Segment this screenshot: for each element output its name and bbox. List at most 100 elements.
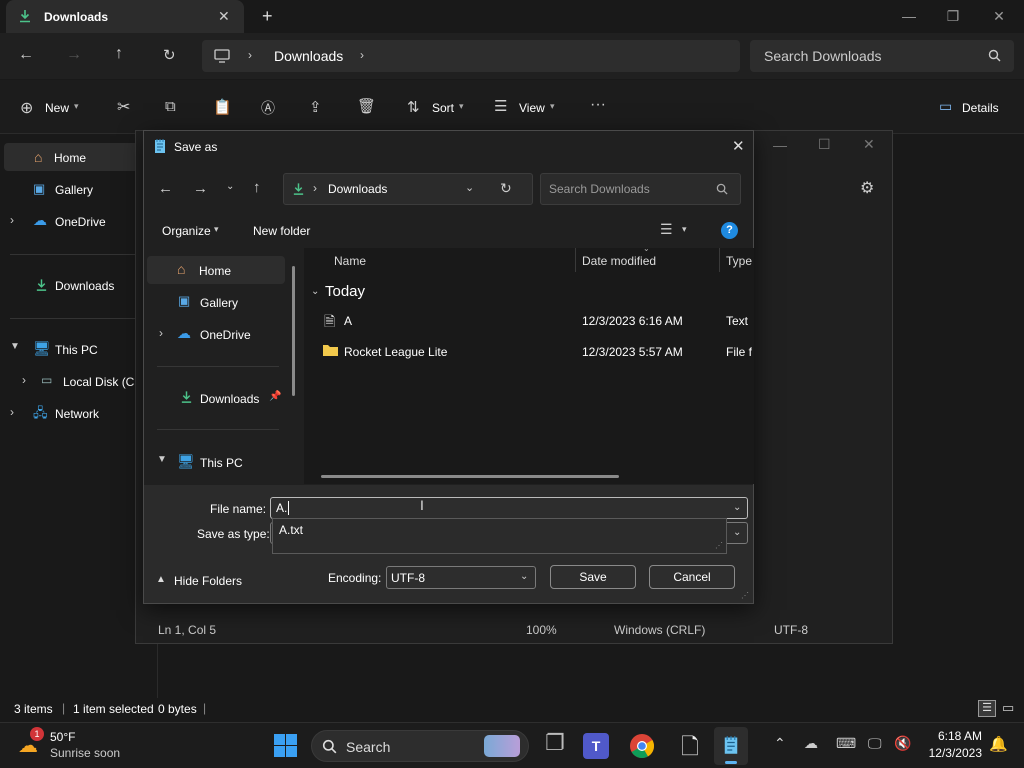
chevron-up-icon[interactable]: ⌃: [774, 735, 786, 752]
organize-button[interactable]: Organize: [162, 224, 211, 238]
tab-downloads[interactable]: Downloads ✕: [6, 0, 244, 33]
autocomplete-item[interactable]: A.txt: [279, 523, 303, 537]
search-box[interactable]: Search Downloads: [750, 40, 1014, 72]
refresh-icon[interactable]: ↻: [163, 46, 176, 64]
keyboard-icon[interactable]: ⌨: [836, 735, 856, 752]
chevron-down-icon[interactable]: ▼: [157, 454, 167, 465]
nav-item-gallery[interactable]: ▣ Gallery: [0, 175, 156, 203]
clock-time[interactable]: 6:18 AM: [926, 729, 982, 743]
view-button[interactable]: View: [519, 101, 545, 115]
cut-icon[interactable]: ✂: [117, 97, 130, 117]
chevron-down-icon[interactable]: ⌄: [733, 502, 741, 513]
settings-icon[interactable]: ⚙: [860, 178, 874, 198]
column-date-modified[interactable]: Date modified: [582, 254, 656, 268]
side-item-thispc[interactable]: ▼ 🖥 This PC: [147, 448, 285, 476]
side-item-gallery[interactable]: ▣ Gallery: [147, 288, 285, 316]
address-bar[interactable]: › Downloads ›: [202, 40, 740, 72]
nav-item-downloads[interactable]: Downloads: [0, 271, 156, 299]
close-icon[interactable]: ✕: [732, 137, 745, 155]
nav-item-onedrive[interactable]: › ☁ OneDrive: [0, 207, 156, 235]
cancel-button[interactable]: Cancel: [649, 565, 735, 589]
forward-icon[interactable]: →: [66, 46, 82, 64]
maximize-icon[interactable]: ☐: [818, 136, 831, 153]
sort-button[interactable]: Sort: [432, 101, 454, 115]
collapse-group-icon[interactable]: ⌄: [311, 286, 319, 297]
up-icon[interactable]: ↑: [253, 179, 261, 196]
onedrive-offline-icon[interactable]: ☁: [804, 735, 818, 752]
teams-icon[interactable]: T: [583, 733, 609, 759]
rename-icon[interactable]: Ⓐ: [261, 98, 275, 118]
hide-folders-button[interactable]: Hide Folders: [174, 574, 242, 588]
file-name-input[interactable]: A. ⌄: [270, 497, 748, 519]
group-header[interactable]: Today: [325, 283, 365, 300]
new-folder-button[interactable]: New folder: [253, 224, 310, 238]
nav-item-network[interactable]: › 🖧 Network: [0, 399, 156, 427]
column-name[interactable]: Name: [334, 254, 366, 268]
close-window-icon[interactable]: ✕: [984, 6, 1014, 26]
nav-scrollbar[interactable]: [292, 266, 295, 396]
file-row[interactable]: Rocket League Lite 12/3/2023 5:57 AM Fil…: [318, 339, 752, 365]
help-icon[interactable]: ?: [721, 222, 738, 239]
side-item-home[interactable]: ⌂ Home: [147, 256, 285, 284]
chevron-down-icon[interactable]: ▼: [10, 341, 20, 352]
nav-item-thispc[interactable]: ▼ 🖥 This PC: [0, 335, 156, 363]
maximize-icon[interactable]: ❐: [938, 6, 968, 26]
chevron-down-icon[interactable]: ⌄: [733, 527, 741, 538]
back-icon[interactable]: ←: [18, 46, 34, 64]
delete-icon[interactable]: 🗑: [357, 97, 376, 115]
share-icon[interactable]: ⇪: [309, 98, 322, 116]
forward-icon[interactable]: →: [193, 180, 208, 197]
breadcrumb-downloads[interactable]: Downloads: [274, 48, 343, 64]
file-icon[interactable]: 🗋: [674, 730, 706, 762]
horizontal-scrollbar[interactable]: [321, 475, 619, 478]
notifications-bell-icon[interactable]: 🔔: [989, 735, 1008, 753]
weather-widget[interactable]: ☁ 1: [16, 727, 46, 761]
weather-desc[interactable]: Sunrise soon: [50, 746, 120, 760]
tiles-view-icon[interactable]: ▭: [1002, 700, 1014, 716]
minimize-icon[interactable]: —: [773, 137, 787, 153]
resize-grip-icon[interactable]: ⋰: [715, 541, 723, 550]
refresh-icon[interactable]: ↻: [500, 180, 512, 197]
chevron-right-icon[interactable]: ›: [159, 326, 163, 340]
task-view-icon[interactable]: ❐: [539, 730, 571, 762]
chevron-right-icon[interactable]: ›: [10, 213, 14, 227]
column-divider[interactable]: [575, 248, 576, 272]
more-icon[interactable]: ···: [590, 96, 606, 114]
minimize-icon[interactable]: —: [894, 6, 924, 26]
notepad-taskbar-button[interactable]: [714, 727, 748, 765]
side-item-downloads[interactable]: Downloads 📌: [147, 384, 285, 412]
paste-icon[interactable]: 📋: [213, 98, 232, 116]
nav-item-home[interactable]: ⌂ Home: [4, 143, 154, 171]
side-item-onedrive[interactable]: › ☁ OneDrive: [147, 320, 285, 348]
view-options-icon[interactable]: ☰: [660, 221, 673, 238]
new-tab-icon[interactable]: +: [262, 6, 273, 27]
clock-date[interactable]: 12/3/2023: [922, 746, 982, 760]
column-type[interactable]: Type: [726, 254, 752, 268]
weather-temp[interactable]: 50°F: [50, 730, 75, 744]
volume-muted-icon[interactable]: 🔇: [894, 735, 911, 752]
chrome-icon[interactable]: [629, 733, 655, 759]
resize-grip-icon[interactable]: ⋰: [741, 591, 749, 600]
details-button[interactable]: Details: [962, 101, 999, 115]
file-row[interactable]: 🗎 A 12/3/2023 6:16 AM Text D: [318, 308, 752, 334]
chevron-down-icon[interactable]: ⌄: [465, 181, 474, 194]
breadcrumb-downloads[interactable]: Downloads: [328, 182, 387, 196]
network-status-icon[interactable]: 🖵: [868, 735, 882, 752]
dialog-search-box[interactable]: Search Downloads: [540, 173, 741, 205]
close-icon[interactable]: ✕: [863, 136, 875, 153]
dialog-address-bar[interactable]: › Downloads ⌄ ↻: [283, 173, 533, 205]
nav-item-localdisk[interactable]: › ▭ Local Disk (C:: [0, 367, 156, 395]
close-tab-icon[interactable]: ✕: [218, 8, 230, 25]
encoding-select[interactable]: UTF-8 ⌄: [386, 566, 536, 589]
start-icon[interactable]: [274, 734, 297, 757]
back-icon[interactable]: ←: [158, 180, 173, 197]
up-icon[interactable]: ↑: [115, 45, 123, 63]
chevron-right-icon[interactable]: ›: [22, 373, 26, 387]
recent-locations-icon[interactable]: ⌄: [226, 181, 234, 192]
taskbar-search[interactable]: Search: [311, 730, 529, 762]
new-button[interactable]: New: [45, 101, 69, 115]
details-view-icon[interactable]: ☰: [978, 700, 996, 717]
chevron-right-icon[interactable]: ›: [360, 48, 364, 62]
chevron-down-icon[interactable]: ▾: [682, 224, 687, 235]
copy-icon[interactable]: ⧉: [165, 98, 176, 115]
